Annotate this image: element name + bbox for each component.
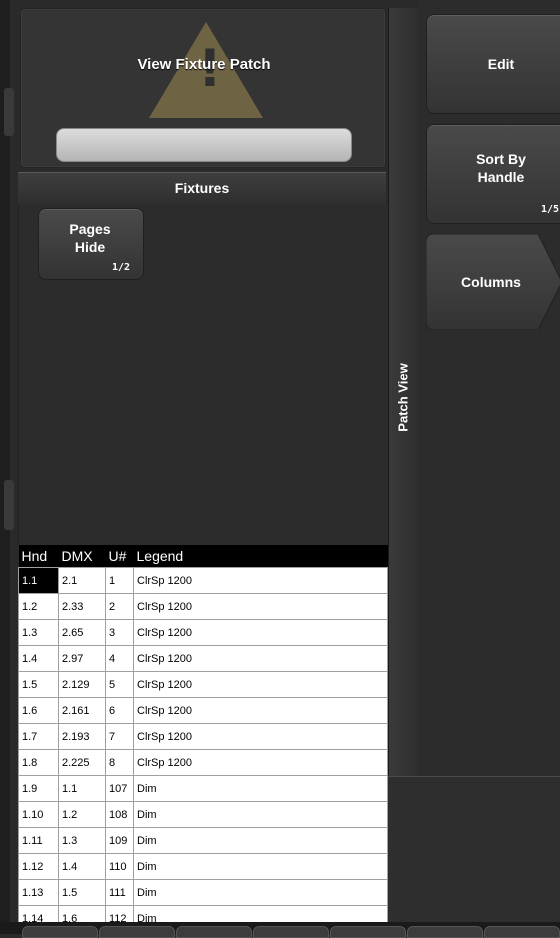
bottom-tab-7[interactable] <box>484 926 560 938</box>
table-cell: ClrSp 1200 <box>133 697 388 724</box>
table-cell: 2.65 <box>58 619 106 646</box>
table-cell: 109 <box>105 827 134 854</box>
table-cell: 110 <box>105 853 134 880</box>
table-cell: ClrSp 1200 <box>133 619 388 646</box>
sort-by-handle-label: Sort By Handle <box>476 151 526 185</box>
table-cell: 1.2 <box>18 593 59 620</box>
table-cell: 1.9 <box>18 775 59 802</box>
column-header[interactable]: DMX <box>58 545 106 568</box>
table-cell: 1.3 <box>58 827 106 854</box>
table-cell: 2.97 <box>58 645 106 672</box>
pages-hide-page-indicator: 1/2 <box>112 262 131 273</box>
bottom-tab-1[interactable] <box>22 926 98 938</box>
table-cell: 1.8 <box>18 749 59 776</box>
table-cell: 2.1 <box>58 567 106 594</box>
table-row[interactable]: 1.12 1.4 110 Dim <box>18 853 388 880</box>
table-cell: 1.1 <box>18 567 59 594</box>
fixtures-title: Fixtures <box>174 180 230 196</box>
table-cell: 107 <box>105 775 134 802</box>
table-cell: 8 <box>105 749 134 776</box>
bottom-tab-6[interactable] <box>407 926 483 938</box>
dialog-title: View Fixture Patch <box>137 56 271 73</box>
table-cell: ClrSp 1200 <box>133 645 388 672</box>
table-cell: 2.129 <box>58 671 106 698</box>
table-row[interactable]: 1.6 2.161 6 ClrSp 1200 <box>18 697 388 724</box>
table-cell: 2.225 <box>58 749 106 776</box>
table-cell: ClrSp 1200 <box>133 749 388 776</box>
table-cell: 108 <box>105 801 134 828</box>
table-cell: 2.33 <box>58 593 106 620</box>
table-row[interactable]: 1.9 1.1 107 Dim <box>18 775 388 802</box>
bottom-right-area <box>388 776 560 923</box>
table-cell: 7 <box>105 723 134 750</box>
patch-view-label: Patch View <box>395 363 411 432</box>
table-cell: 1.3 <box>18 619 59 646</box>
table-cell: ClrSp 1200 <box>133 671 388 698</box>
table-cell: 5 <box>105 671 134 698</box>
table-cell: 1.10 <box>18 801 59 828</box>
right-button-panel <box>418 0 560 776</box>
edit-button-label: Edit <box>487 56 515 72</box>
bottom-tab-4[interactable] <box>253 926 329 938</box>
table-cell: 1.7 <box>18 723 59 750</box>
bottom-tab-3[interactable] <box>176 926 252 938</box>
table-cell: 1.6 <box>18 697 59 724</box>
table-row[interactable]: 1.7 2.193 7 ClrSp 1200 <box>18 723 388 750</box>
column-header[interactable]: U# <box>105 545 134 568</box>
table-row[interactable]: 1.10 1.2 108 Dim <box>18 801 388 828</box>
table-cell: ClrSp 1200 <box>133 593 388 620</box>
table-cell: 1.5 <box>18 671 59 698</box>
table-row[interactable]: 1.11 1.3 109 Dim <box>18 827 388 854</box>
progress-bar <box>56 128 352 162</box>
table-cell: 3 <box>105 619 134 646</box>
table-header-row: Hnd DMX U# Legend <box>18 545 388 568</box>
left-edge-strip <box>0 0 10 934</box>
table-cell: Dim <box>133 801 388 828</box>
table-cell: Dim <box>133 853 388 880</box>
left-edge-handle-bottom[interactable] <box>4 480 14 530</box>
patch-table: Hnd DMX U# Legend 1.1 2.1 1 ClrSp 1200 1.2 2.33 2… <box>18 545 388 932</box>
table-cell: 2.193 <box>58 723 106 750</box>
column-header[interactable]: Legend <box>133 545 388 568</box>
table-cell: 1.13 <box>18 879 59 906</box>
table-row[interactable]: 1.3 2.65 3 ClrSp 1200 <box>18 619 388 646</box>
table-cell: 2 <box>105 593 134 620</box>
table-cell: 2.161 <box>58 697 106 724</box>
table-cell: 1 <box>105 567 134 594</box>
columns-button-label: Columns <box>461 274 521 290</box>
table-cell: Dim <box>133 775 388 802</box>
table-cell: 1.12 <box>18 853 59 880</box>
table-cell: 1.5 <box>58 879 106 906</box>
sort-page-indicator: 1/5 <box>541 204 560 215</box>
left-edge-handle-top[interactable] <box>4 88 14 136</box>
table-row[interactable]: 1.4 2.97 4 ClrSp 1200 <box>18 645 388 672</box>
table-cell: 1.11 <box>18 827 59 854</box>
table-cell: ClrSp 1200 <box>133 723 388 750</box>
table-cell: 1.4 <box>18 645 59 672</box>
table-row[interactable]: 1.5 2.129 5 ClrSp 1200 <box>18 671 388 698</box>
table-cell: 4 <box>105 645 134 672</box>
column-header[interactable]: Hnd <box>18 545 59 568</box>
table-cell: 1.2 <box>58 801 106 828</box>
table-row[interactable]: 1.1 2.1 1 ClrSp 1200 <box>18 567 388 594</box>
table-cell: 1.4 <box>58 853 106 880</box>
table-row[interactable]: 1.13 1.5 111 Dim <box>18 879 388 906</box>
bottom-tab-5[interactable] <box>330 926 406 938</box>
bottom-tab-2[interactable] <box>99 926 175 938</box>
table-cell: 111 <box>105 879 134 906</box>
table-cell: 6 <box>105 697 134 724</box>
table-cell: 1.1 <box>58 775 106 802</box>
table-cell: Dim <box>133 827 388 854</box>
pages-hide-label: Pages Hide <box>69 221 111 255</box>
table-body: 1.1 2.1 1 ClrSp 1200 1.2 2.33 2 ClrSp 1200 1.3 2.… <box>18 567 388 932</box>
table-row[interactable]: 1.2 2.33 2 ClrSp 1200 <box>18 593 388 620</box>
table-cell: Dim <box>133 879 388 906</box>
table-cell: ClrSp 1200 <box>133 567 388 594</box>
table-row[interactable]: 1.8 2.225 8 ClrSp 1200 <box>18 749 388 776</box>
